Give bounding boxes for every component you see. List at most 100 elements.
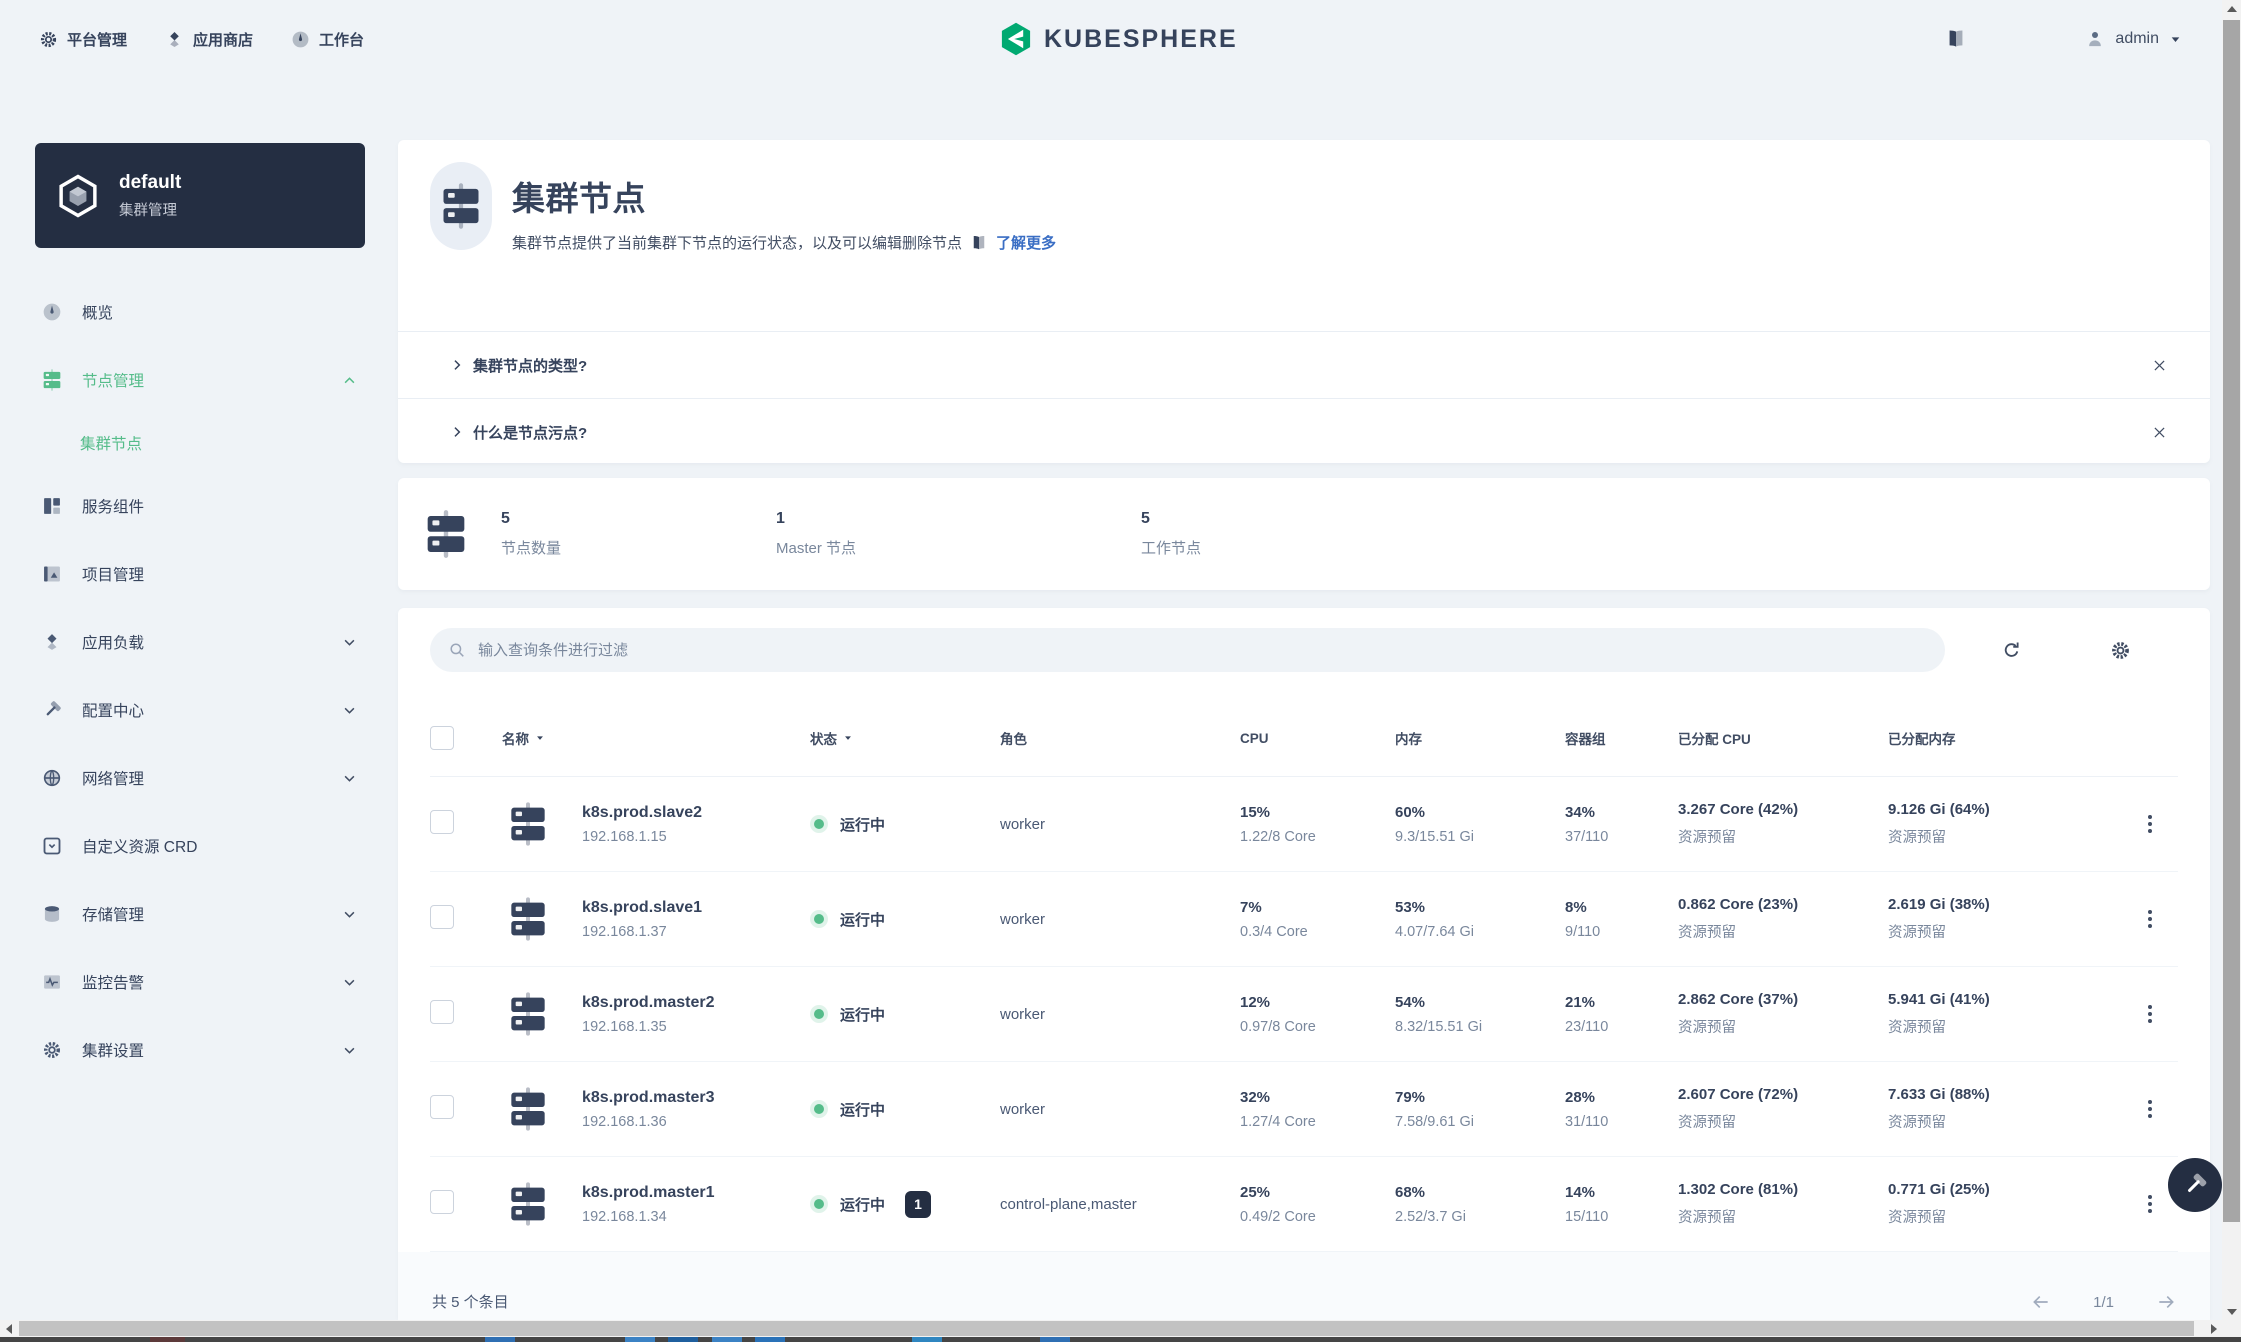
sidebar-item-label: 存储管理 — [82, 903, 144, 925]
table-row[interactable]: k8s.prod.master1 192.168.1.34 运行中 1 cont… — [430, 1157, 2178, 1252]
row-menu-button[interactable] — [2142, 999, 2158, 1029]
row-checkbox[interactable] — [430, 905, 454, 929]
sidebar-item-app-workloads[interactable]: 应用负载 — [0, 608, 398, 676]
sidebar-item-monitoring-alerting[interactable]: 监控告警 — [0, 948, 398, 1016]
cluster-selector[interactable]: default 集群管理 — [35, 143, 365, 248]
table-footer: 共 5 个条目 1/1 — [398, 1252, 2210, 1320]
search-icon — [448, 641, 466, 659]
node-name[interactable]: k8s.prod.master1 — [582, 1184, 715, 1202]
sidebar-item-crd[interactable]: 自定义资源 CRD — [0, 812, 398, 880]
sidebar-item-cluster-settings[interactable]: 集群设置 — [0, 1016, 398, 1084]
scroll-up-button[interactable] — [2222, 0, 2241, 17]
chevron-down-icon — [342, 771, 357, 786]
sidebar-item-cluster-nodes[interactable]: 集群节点 — [0, 414, 398, 472]
cpu-usage: 12%0.97/8 Core — [1214, 994, 1369, 1035]
nav-platform-admin[interactable]: 平台管理 — [39, 29, 127, 50]
sidebar-item-config-center[interactable]: 配置中心 — [0, 676, 398, 744]
nav-app-store[interactable]: 应用商店 — [165, 29, 253, 50]
stat-node-count: 5 节点数量 — [501, 510, 776, 558]
prev-page-button[interactable] — [2031, 1292, 2051, 1312]
faq-node-types[interactable]: 集群节点的类型? — [398, 331, 2210, 398]
sidebar-item-node-management[interactable]: 节点管理 — [0, 346, 398, 414]
row-menu-button[interactable] — [2142, 1094, 2158, 1124]
node-icon — [508, 801, 548, 847]
allocated-memory: 9.126 Gi (64%)资源预留 — [1862, 801, 2122, 847]
cpu-usage: 15%1.22/8 Core — [1214, 804, 1369, 845]
toolbox-fab-button[interactable] — [2168, 1158, 2222, 1212]
table-row[interactable]: k8s.prod.slave1 192.168.1.37 运行中 worker … — [430, 872, 2178, 967]
pods-usage: 8%9/110 — [1539, 899, 1652, 940]
chevron-up-icon — [342, 373, 357, 388]
allocated-memory: 7.633 Gi (88%)资源预留 — [1862, 1086, 2122, 1132]
arrow-right-icon — [2156, 1292, 2176, 1312]
sidebar-item-label: 配置中心 — [82, 699, 144, 721]
learn-more-link[interactable]: 了解更多 — [996, 232, 1056, 253]
scroll-left-button[interactable] — [0, 1320, 17, 1337]
scroll-right-button[interactable] — [2205, 1320, 2222, 1337]
row-menu-button[interactable] — [2142, 809, 2158, 839]
kubesphere-logo[interactable]: KUBESPHERE — [998, 0, 1238, 78]
sidebar-item-project-management[interactable]: 项目管理 — [0, 540, 398, 608]
appstore-icon — [165, 30, 184, 49]
nav-workbench[interactable]: 工作台 — [291, 29, 364, 50]
table-row[interactable]: k8s.prod.master2 192.168.1.35 运行中 worker… — [430, 967, 2178, 1062]
column-header-cpu: CPU — [1214, 731, 1369, 746]
horizontal-scrollbar-thumb[interactable] — [19, 1321, 2194, 1336]
sidebar-item-label: 概览 — [82, 301, 113, 323]
refresh-button[interactable] — [2001, 640, 2022, 661]
row-checkbox[interactable] — [430, 810, 454, 834]
sidebar-item-overview[interactable]: 概览 — [0, 278, 398, 346]
select-all-checkbox[interactable] — [430, 726, 454, 750]
page-title: 集群节点 — [512, 172, 1056, 220]
node-name[interactable]: k8s.prod.master2 — [582, 994, 715, 1012]
vertical-scrollbar-thumb[interactable] — [2223, 20, 2240, 1222]
sidebar-item-network-management[interactable]: 网络管理 — [0, 744, 398, 812]
node-role: control-plane,master — [974, 1196, 1214, 1213]
node-role: worker — [974, 1101, 1214, 1118]
row-checkbox[interactable] — [430, 1095, 454, 1119]
node-name[interactable]: k8s.prod.slave1 — [582, 899, 702, 917]
project-icon — [42, 564, 62, 584]
node-ip: 192.168.1.34 — [582, 1209, 715, 1225]
node-name[interactable]: k8s.prod.master3 — [582, 1089, 715, 1107]
kubesphere-logo-text: KUBESPHERE — [1044, 25, 1238, 54]
vertical-scrollbar[interactable] — [2222, 0, 2241, 1320]
allocated-cpu: 0.862 Core (23%)资源预留 — [1652, 896, 1862, 942]
total-items-label: 共 5 个条目 — [432, 1291, 509, 1312]
scroll-down-button[interactable] — [2222, 1303, 2241, 1320]
sidebar-item-storage-management[interactable]: 存储管理 — [0, 880, 398, 948]
row-menu-button[interactable] — [2142, 904, 2158, 934]
faq-node-taints[interactable]: 什么是节点污点? — [398, 398, 2210, 465]
status-badge[interactable]: 1 — [905, 1191, 931, 1218]
column-settings-button[interactable] — [2110, 640, 2131, 661]
column-header-name[interactable]: 名称 — [474, 728, 784, 748]
close-icon[interactable] — [2151, 424, 2168, 441]
horizontal-scrollbar[interactable] — [0, 1320, 2222, 1337]
pagination: 1/1 — [2031, 1292, 2176, 1312]
chevron-down-icon — [342, 907, 357, 922]
row-menu-button[interactable] — [2142, 1189, 2158, 1219]
close-icon[interactable] — [2151, 357, 2168, 374]
user-menu[interactable]: admin — [2085, 29, 2182, 49]
node-ip: 192.168.1.37 — [582, 924, 702, 940]
book-icon — [1945, 28, 1967, 50]
sidebar-item-label: 服务组件 — [82, 495, 144, 517]
gear-icon — [39, 30, 58, 49]
stat-master-nodes: 1 Master 节点 — [776, 510, 1141, 558]
table-row[interactable]: k8s.prod.master3 192.168.1.36 运行中 worker… — [430, 1062, 2178, 1157]
status-dot-icon — [810, 1005, 828, 1023]
globe-icon — [42, 768, 62, 788]
row-checkbox[interactable] — [430, 1000, 454, 1024]
node-name[interactable]: k8s.prod.slave2 — [582, 804, 702, 822]
sidebar-item-service-components[interactable]: 服务组件 — [0, 472, 398, 540]
search-bar[interactable] — [430, 628, 1945, 672]
allocated-memory: 5.941 Gi (41%)资源预留 — [1862, 991, 2122, 1037]
row-checkbox[interactable] — [430, 1190, 454, 1214]
table-row[interactable]: k8s.prod.slave2 192.168.1.15 运行中 worker … — [430, 777, 2178, 872]
page-header-card: 集群节点 集群节点提供了当前集群下节点的运行状态，以及可以编辑删除节点 了解更多… — [398, 140, 2210, 463]
search-input[interactable] — [476, 641, 1927, 660]
docs-button[interactable] — [1945, 28, 1967, 50]
next-page-button[interactable] — [2156, 1292, 2176, 1312]
node-status: 运行中 — [840, 1194, 885, 1215]
column-header-status[interactable]: 状态 — [784, 728, 974, 748]
